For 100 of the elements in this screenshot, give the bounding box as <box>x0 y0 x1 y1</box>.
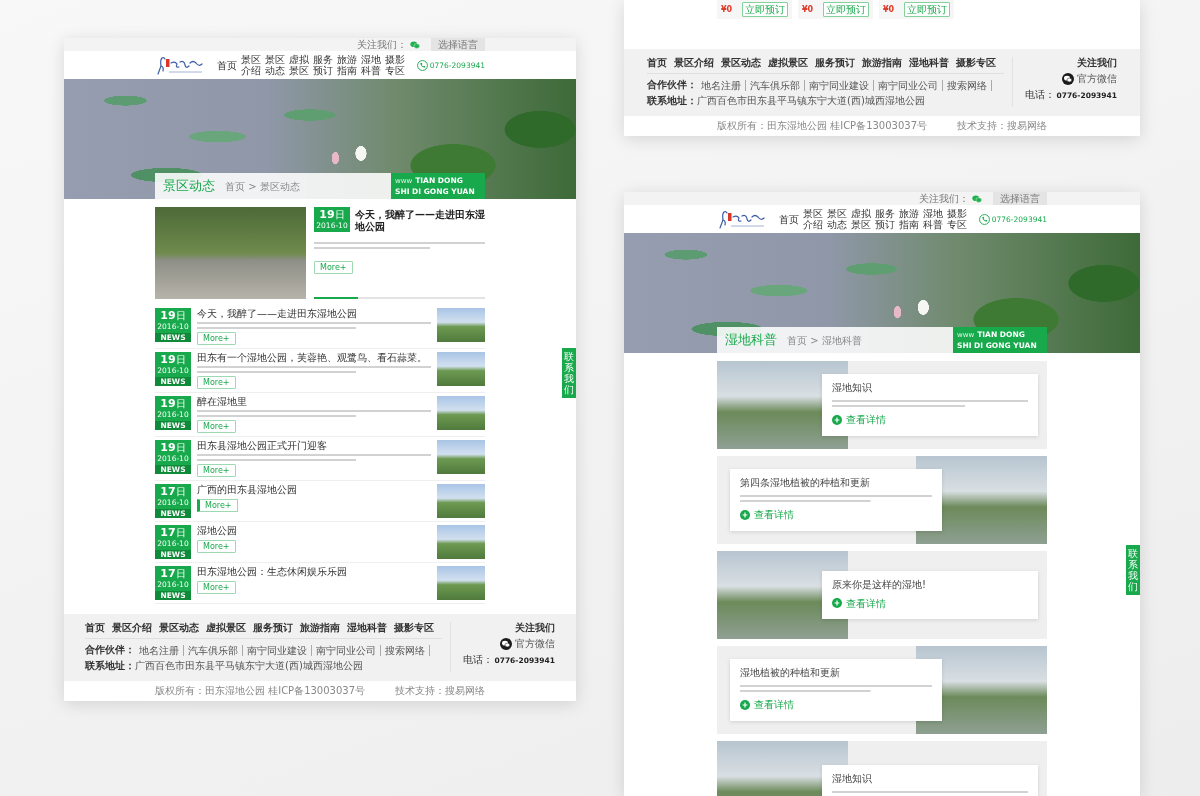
tech-support-text: 技术支持：搜易网络 <box>957 120 1047 131</box>
language-select[interactable]: 选择语言 <box>431 38 485 51</box>
nav-link[interactable]: 景区介绍 <box>802 208 823 230</box>
plus-circle-icon <box>740 699 750 710</box>
footer-nav-link[interactable]: 景区介绍 <box>112 622 152 634</box>
nav-link[interactable]: 摄影专区 <box>384 54 405 76</box>
footer-nav-link[interactable]: 旅游指南 <box>862 57 902 69</box>
nav-link[interactable]: 湿地科普 <box>922 208 943 230</box>
footer-nav-link[interactable]: 湿地科普 <box>347 622 387 634</box>
footer-nav-link[interactable]: 服务预订 <box>815 57 855 69</box>
nav-link[interactable]: 景区动态 <box>826 208 847 230</box>
day-number: 19 <box>160 354 176 366</box>
day-unit: 日 <box>175 442 186 453</box>
day-number: 17 <box>160 527 176 539</box>
nav-link[interactable]: 虚拟景区 <box>850 208 871 230</box>
day-number: 19 <box>160 310 176 322</box>
phone-icon <box>978 213 990 225</box>
partner-link[interactable]: 南宁同业建设 <box>805 79 874 91</box>
wechat-label[interactable]: 官方微信 <box>515 638 555 650</box>
copyright-text: 版权所有：田东湿地公园 桂ICP备13003037号 <box>717 120 928 131</box>
photo-placeholder <box>437 566 485 600</box>
photo-placeholder <box>437 352 485 386</box>
address-text: 广西百色市田东县平马镇东宁大道(西)城西湿地公园 <box>135 660 364 672</box>
photo-placeholder <box>437 525 485 559</box>
heron-logo-icon <box>155 54 205 76</box>
photo-placeholder <box>437 308 485 342</box>
partner-link[interactable]: 地名注册 <box>135 644 184 656</box>
news-title[interactable]: 田东湿地公园：生态休闲娱乐乐园 <box>197 566 431 578</box>
nav-link[interactable]: 景区动态 <box>264 54 285 76</box>
partner-link[interactable]: 搜索网络 <box>381 644 430 656</box>
footer-nav-link[interactable]: 虚拟景区 <box>768 57 808 69</box>
copyright-text: 版权所有：田东湿地公园 桂ICP备13003037号 <box>155 685 366 696</box>
partner-link[interactable]: 南宁同业公司 <box>874 79 943 91</box>
news-title[interactable]: 田东有一个湿地公园，芙蓉艳、观鹭鸟、看石蒜菜。 <box>197 352 431 364</box>
day-number: 17 <box>160 486 176 498</box>
day-unit: 日 <box>175 486 186 497</box>
nav-link[interactable]: 旅游指南 <box>336 54 357 76</box>
day-number: 17 <box>160 568 176 580</box>
partner-link[interactable]: 地名注册 <box>697 79 746 91</box>
nav-link[interactable]: 湿地科普 <box>360 54 381 76</box>
news-title[interactable]: 今天，我醉了——走进田东湿地公园 <box>355 207 485 233</box>
chat-bubbles-icon <box>1062 73 1074 85</box>
day-number: 19 <box>160 442 176 454</box>
article-title[interactable]: 湿地知识 <box>832 382 1028 395</box>
address-text: 广西百色市田东县平马镇东宁大道(西)城西湿地公园 <box>697 95 926 107</box>
address-label: 联系地址： <box>85 660 135 672</box>
nav-link[interactable]: 服务预订 <box>312 54 333 76</box>
partners-label: 合作伙伴： <box>85 644 135 656</box>
footer-nav-link[interactable]: 虚拟景区 <box>206 622 246 634</box>
footer-nav-link[interactable]: 摄影专区 <box>956 57 996 69</box>
page-title: 景区动态 <box>163 179 215 193</box>
footer-nav-link[interactable]: 景区动态 <box>721 57 761 69</box>
partner-link[interactable]: 南宁同业公司 <box>312 644 381 656</box>
article-title[interactable]: 第四条湿地植被的种植和更新 <box>740 477 932 490</box>
page-title: 湿地科普 <box>725 333 777 347</box>
footer-nav-link[interactable]: 景区动态 <box>159 622 199 634</box>
day-unit: 日 <box>175 398 186 409</box>
article-title[interactable]: 原来你是这样的湿地! <box>832 578 1028 591</box>
nav-link[interactable]: 服务预订 <box>874 208 895 230</box>
photo-placeholder <box>437 440 485 474</box>
news-title[interactable]: 广西的田东县湿地公园 <box>197 484 431 496</box>
nav-link[interactable]: 景区介绍 <box>240 54 261 76</box>
price-label: ¥0 <box>802 4 814 15</box>
heron-logo-icon <box>717 208 767 230</box>
day-unit: 日 <box>334 209 345 220</box>
footer-nav-link[interactable]: 首页 <box>647 57 667 69</box>
day-number: 19 <box>319 209 335 221</box>
nav-link[interactable]: 虚拟景区 <box>288 54 309 76</box>
article-title[interactable]: 湿地植被的种植和更新 <box>740 667 932 680</box>
news-title[interactable]: 今天，我醉了——走进田东湿地公园 <box>197 308 431 320</box>
news-title[interactable]: 醉在湿地里 <box>197 396 431 408</box>
article-title[interactable]: 湿地知识 <box>832 772 1028 785</box>
footer-nav-link[interactable]: 景区介绍 <box>674 57 714 69</box>
nav-link[interactable]: 旅游指南 <box>898 208 919 230</box>
follow-label: 关注我们： <box>357 39 407 50</box>
wechat-label[interactable]: 官方微信 <box>1077 73 1117 85</box>
footer-nav-link[interactable]: 旅游指南 <box>300 622 340 634</box>
photo-placeholder <box>437 484 485 518</box>
footer-nav-link[interactable]: 摄影专区 <box>394 622 434 634</box>
day-unit: 日 <box>175 527 186 538</box>
photo-placeholder <box>437 396 485 430</box>
news-title[interactable]: 湿地公园 <box>197 525 431 537</box>
day-number: 19 <box>160 398 176 410</box>
footer-nav-link[interactable]: 服务预订 <box>253 622 293 634</box>
nav-link[interactable]: 首页 <box>778 213 799 225</box>
partner-link[interactable]: 南宁同业建设 <box>243 644 312 656</box>
nav-link[interactable]: 摄影专区 <box>946 208 967 230</box>
plus-circle-icon <box>740 509 750 520</box>
partner-link[interactable]: 搜索网络 <box>943 79 992 91</box>
nav-link[interactable]: 首页 <box>216 59 237 71</box>
partner-link[interactable]: 汽车俱乐部 <box>184 644 243 656</box>
footer-nav-link[interactable]: 首页 <box>85 622 105 634</box>
tech-support-text: 技术支持：搜易网络 <box>395 685 485 696</box>
partner-link[interactable]: 汽车俱乐部 <box>746 79 805 91</box>
language-select[interactable]: 选择语言 <box>993 192 1047 205</box>
footer-nav-link[interactable]: 湿地科普 <box>909 57 949 69</box>
day-unit: 日 <box>175 568 186 579</box>
plus-circle-icon <box>832 598 842 609</box>
news-title[interactable]: 田东县湿地公园正式开门迎客 <box>197 440 431 452</box>
price-label: ¥0 <box>883 4 895 15</box>
